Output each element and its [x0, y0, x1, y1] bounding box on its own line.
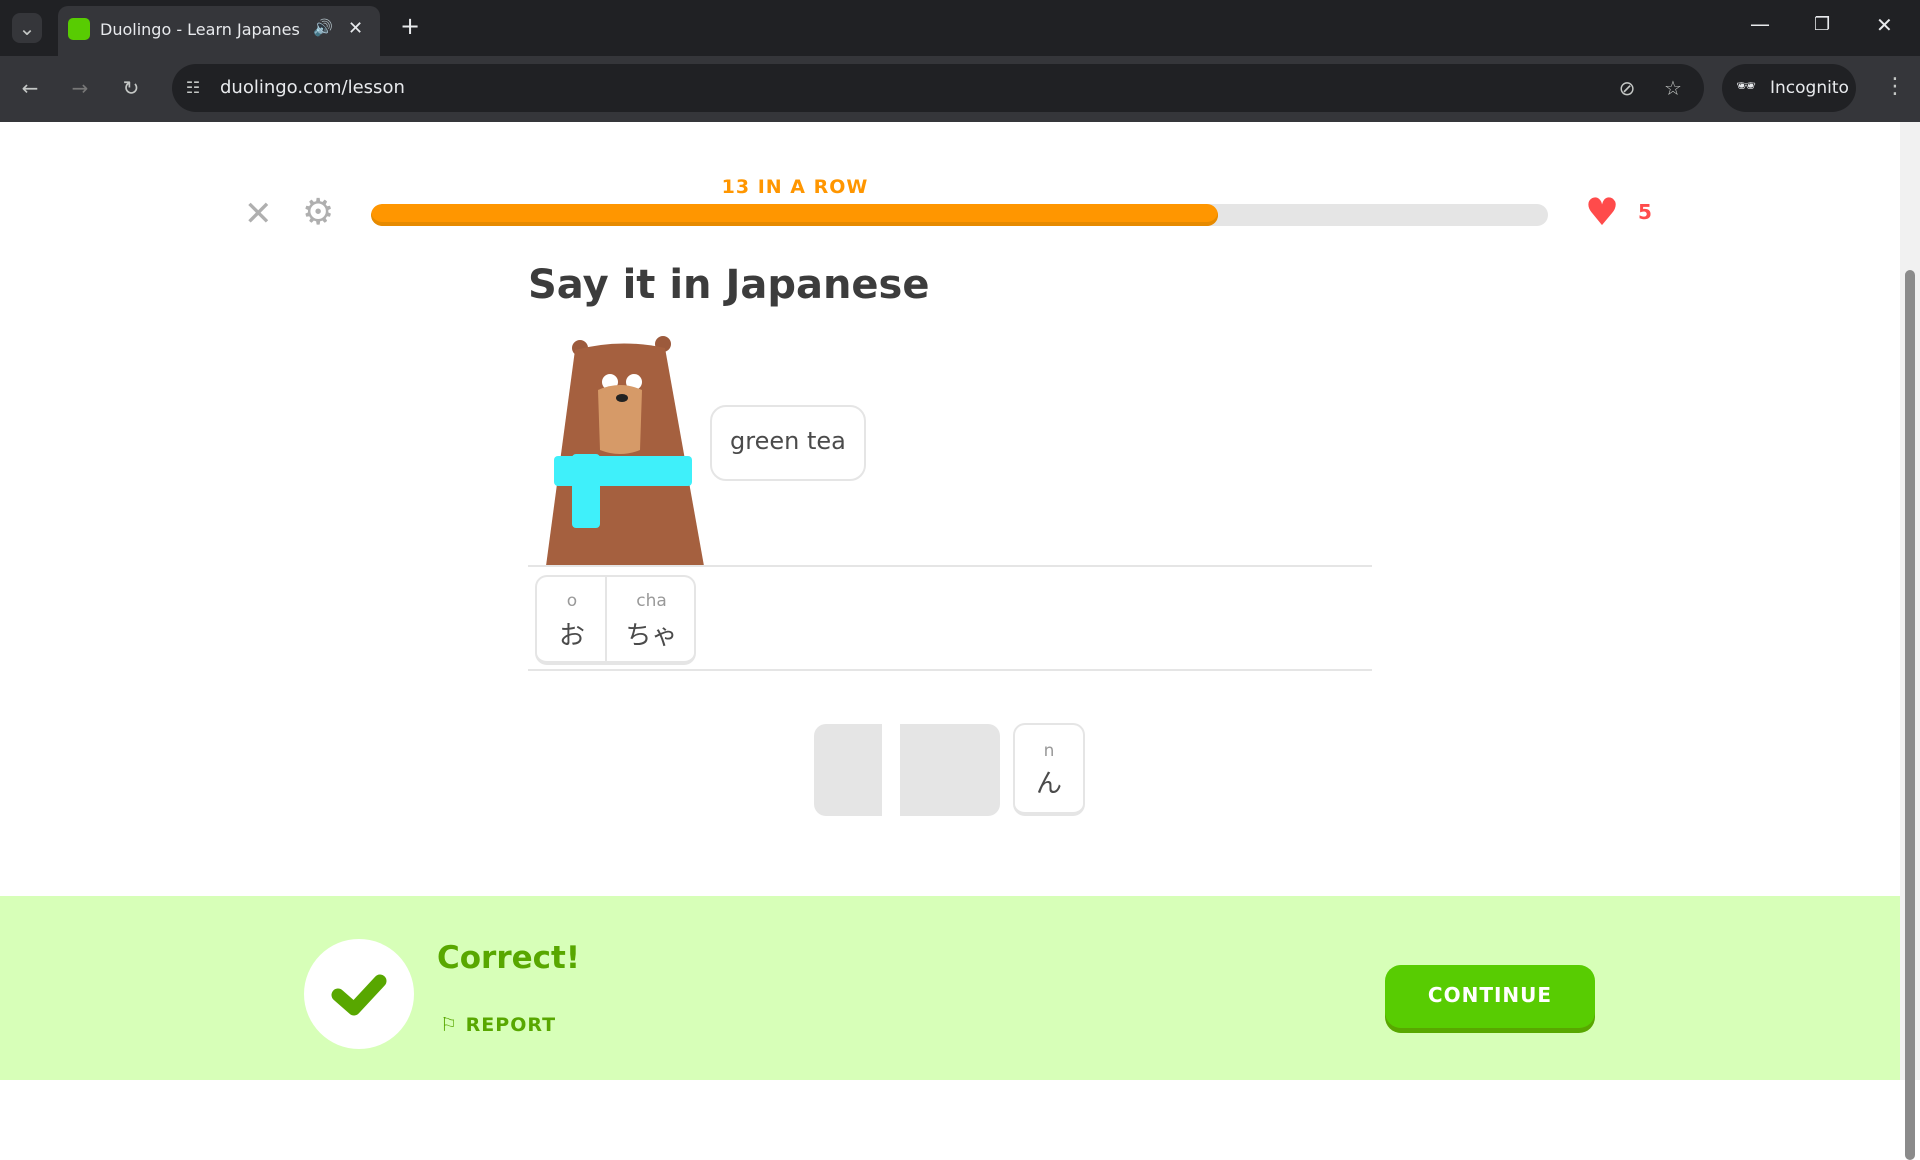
tab-title: Duolingo - Learn Japanese [100, 20, 300, 39]
progress-bar [371, 204, 1548, 226]
minimize-icon[interactable]: — [1750, 12, 1770, 36]
continue-button[interactable]: CONTINUE [1385, 965, 1595, 1028]
tile-kana: お [558, 621, 585, 651]
scrollbar[interactable] [1900, 122, 1920, 1160]
speech-bubble: green tea [710, 405, 866, 481]
heart-icon: ♥ [1585, 190, 1620, 234]
browser-tab-bar: ⌄ Duolingo - Learn Japanese 🔊 ✕ + — ❐ ✕ [0, 0, 1920, 56]
incognito-icon: 🕶 [1736, 76, 1757, 95]
challenge-title: Say it in Japanese [528, 262, 930, 308]
tile-romaji: n [1043, 741, 1055, 761]
settings-gear-icon[interactable]: ⚙ [302, 192, 334, 233]
report-label: REPORT [465, 1014, 557, 1036]
menu-icon[interactable]: ⋮ [1884, 74, 1906, 99]
answer-tile[interactable]: o お cha ちゃ [535, 575, 696, 665]
site-settings-icon[interactable]: ☷ [178, 73, 208, 103]
flag-icon: ⚐ [440, 1014, 459, 1036]
speech-text[interactable]: green tea [730, 427, 846, 455]
tile-kana: ちゃ [625, 621, 678, 651]
hearts-count: 5 [1638, 200, 1652, 224]
new-tab-icon[interactable]: + [400, 12, 420, 40]
star-icon[interactable]: ☆ [1658, 73, 1688, 103]
back-icon[interactable]: ← [15, 73, 45, 103]
progress-fill [371, 204, 1219, 226]
word-bank-slot-empty [814, 724, 882, 816]
quit-lesson-icon[interactable]: ✕ [244, 194, 273, 234]
window-close-icon[interactable]: ✕ [1876, 13, 1893, 37]
success-badge [304, 939, 414, 1049]
restore-icon[interactable]: ❐ [1814, 14, 1830, 35]
reload-icon[interactable]: ↻ [116, 73, 146, 103]
address-bar[interactable]: ☷ duolingo.com/lesson ⊘ ☆ [172, 64, 1704, 112]
tile-romaji: o [566, 591, 578, 611]
tab-search-icon[interactable]: ⌄ [12, 13, 42, 43]
word-bank-slot-empty [900, 724, 1000, 816]
forward-icon[interactable]: → [65, 73, 95, 103]
incognito-badge[interactable]: 🕶 Incognito [1722, 64, 1856, 112]
feedback-status: Correct! [437, 940, 580, 976]
report-button[interactable]: ⚐ REPORT [440, 1014, 556, 1036]
tab-close-icon[interactable]: ✕ [348, 18, 363, 39]
word-bank-tile[interactable]: n ん [1013, 723, 1085, 816]
browser-tab[interactable]: Duolingo - Learn Japanese 🔊 ✕ [58, 6, 380, 56]
url-text[interactable]: duolingo.com/lesson [220, 77, 405, 98]
tile-kana: ん [1035, 769, 1062, 799]
answer-line-bottom [528, 669, 1372, 671]
scrollbar-thumb[interactable] [1905, 270, 1915, 1160]
streak-label: 13 IN A ROW [721, 176, 869, 198]
duolingo-favicon-icon [68, 18, 90, 40]
audio-icon[interactable]: 🔊 [313, 18, 333, 37]
bear-character-illustration [546, 336, 704, 566]
checkmark-icon [331, 974, 387, 1016]
tile-romaji: cha [636, 591, 667, 611]
incognito-label: Incognito [1770, 78, 1849, 98]
answer-line-top [528, 565, 1372, 567]
feedback-footer: Correct! ⚐ REPORT [0, 896, 1900, 1080]
eye-off-icon[interactable]: ⊘ [1612, 73, 1642, 103]
